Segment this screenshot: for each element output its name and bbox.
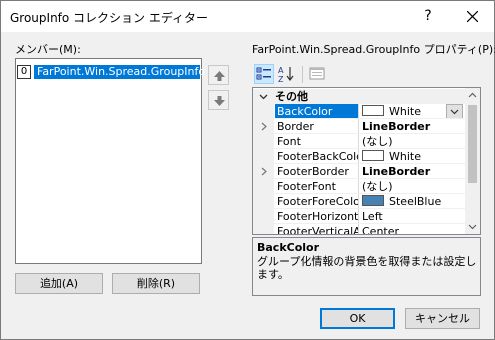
property-value[interactable]: (なし) xyxy=(359,134,465,149)
property-name[interactable]: BackColor xyxy=(275,104,358,119)
property-value[interactable]: SteelBlue xyxy=(359,194,465,209)
property-name[interactable]: Font xyxy=(275,134,358,149)
svg-text:A: A xyxy=(278,66,284,75)
row-gutter xyxy=(253,179,274,194)
chevron-right-icon[interactable] xyxy=(260,122,268,131)
row-gutter xyxy=(253,224,274,234)
property-name[interactable]: FooterForeColoi xyxy=(275,194,358,209)
row-gutter xyxy=(253,134,274,149)
alphabetical-icon: A Z xyxy=(278,66,294,83)
property-name[interactable]: FooterFont xyxy=(275,179,358,194)
alphabetical-button[interactable]: A Z xyxy=(277,64,297,84)
property-row-footerborder[interactable]: FooterBorder LineBorder xyxy=(253,164,465,179)
color-swatch xyxy=(362,105,384,116)
property-pages-button[interactable] xyxy=(307,64,327,84)
arrow-down-icon xyxy=(214,96,225,106)
remove-button[interactable]: 削除(R) xyxy=(112,273,200,294)
title-bar: GroupInfo コレクション エディター ? xyxy=(1,1,494,32)
svg-text:Z: Z xyxy=(278,75,284,83)
row-gutter xyxy=(253,149,274,164)
property-grid[interactable]: その他 BackColor White Border LineBorder Fo… xyxy=(252,87,481,235)
row-gutter xyxy=(253,104,274,119)
description-text: グループ化情報の背景色を取得または設定します。 xyxy=(257,255,477,281)
move-down-button[interactable] xyxy=(208,90,229,110)
categorized-icon xyxy=(256,67,271,80)
cancel-button[interactable]: キャンセル xyxy=(405,308,480,329)
property-value-text: White xyxy=(389,105,421,118)
categorized-button[interactable] xyxy=(254,64,274,84)
collection-editor-dialog: GroupInfo コレクション エディター ? メンバー(M): 0 FarP… xyxy=(0,0,495,340)
property-name[interactable]: FooterHorizonta xyxy=(275,209,358,224)
member-name[interactable]: FarPoint.Win.Spread.GroupInfo xyxy=(34,65,205,79)
description-panel: BackColor グループ化情報の背景色を取得または設定します。 xyxy=(252,237,481,296)
color-swatch xyxy=(362,150,384,161)
property-row-backcolor[interactable]: BackColor White xyxy=(253,104,465,119)
property-name[interactable]: FooterBackColc xyxy=(275,149,358,164)
row-gutter xyxy=(253,194,274,209)
scroll-up-icon[interactable] xyxy=(465,88,480,103)
vertical-scrollbar[interactable] xyxy=(465,88,480,234)
close-button[interactable] xyxy=(451,1,494,32)
members-label: メンバー(M): xyxy=(15,43,81,56)
property-name[interactable]: Border xyxy=(275,119,358,134)
property-row-footerhorizontal[interactable]: FooterHorizonta Left xyxy=(253,209,465,224)
property-value[interactable]: LineBorder xyxy=(359,119,465,134)
close-icon xyxy=(467,11,478,22)
property-name[interactable]: FooterVerticalA xyxy=(275,224,358,234)
help-button[interactable]: ? xyxy=(405,1,451,32)
property-value[interactable]: (なし) xyxy=(359,179,465,194)
property-value[interactable]: White xyxy=(359,149,465,164)
list-item[interactable]: 0 FarPoint.Win.Spread.GroupInfo xyxy=(17,65,205,79)
value-dropdown-button[interactable] xyxy=(446,104,463,119)
members-list[interactable]: 0 FarPoint.Win.Spread.GroupInfo xyxy=(15,58,205,264)
property-value-text: White xyxy=(389,150,421,163)
property-pages-icon xyxy=(309,67,325,80)
property-row-footervertical[interactable]: FooterVerticalA Center xyxy=(253,224,465,234)
description-title: BackColor xyxy=(257,241,320,254)
arrow-up-icon xyxy=(214,71,225,81)
property-row-border[interactable]: Border LineBorder xyxy=(253,119,465,134)
property-value-text: SteelBlue xyxy=(389,195,442,208)
property-row-font[interactable]: Font (なし) xyxy=(253,134,465,149)
scrollbar-thumb[interactable] xyxy=(468,105,477,183)
category-row[interactable]: その他 xyxy=(253,89,465,104)
member-index: 0 xyxy=(17,65,31,79)
property-value[interactable]: LineBorder xyxy=(359,164,465,179)
chevron-down-icon xyxy=(450,109,459,115)
chevron-right-icon[interactable] xyxy=(260,167,268,176)
window-title: GroupInfo コレクション エディター xyxy=(10,11,209,25)
scroll-down-icon[interactable] xyxy=(465,219,480,234)
ok-button[interactable]: OK xyxy=(320,308,395,329)
category-name: その他 xyxy=(275,90,308,103)
move-up-button[interactable] xyxy=(208,65,229,85)
properties-label: FarPoint.Win.Spread.GroupInfo プロパティ(P): xyxy=(252,43,495,56)
property-name[interactable]: FooterBorder xyxy=(275,164,358,179)
property-row-footerbackcolor[interactable]: FooterBackColc White xyxy=(253,149,465,164)
chevron-down-icon xyxy=(259,94,268,100)
toolbar-separator xyxy=(302,66,303,83)
add-button[interactable]: 追加(A) xyxy=(15,273,103,294)
color-swatch xyxy=(362,195,384,206)
property-row-footerfont[interactable]: FooterFont (なし) xyxy=(253,179,465,194)
property-row-footerforecolor[interactable]: FooterForeColoi SteelBlue xyxy=(253,194,465,209)
row-gutter xyxy=(253,209,274,224)
property-value[interactable]: Left xyxy=(359,209,465,224)
property-value[interactable]: Center xyxy=(359,224,465,234)
